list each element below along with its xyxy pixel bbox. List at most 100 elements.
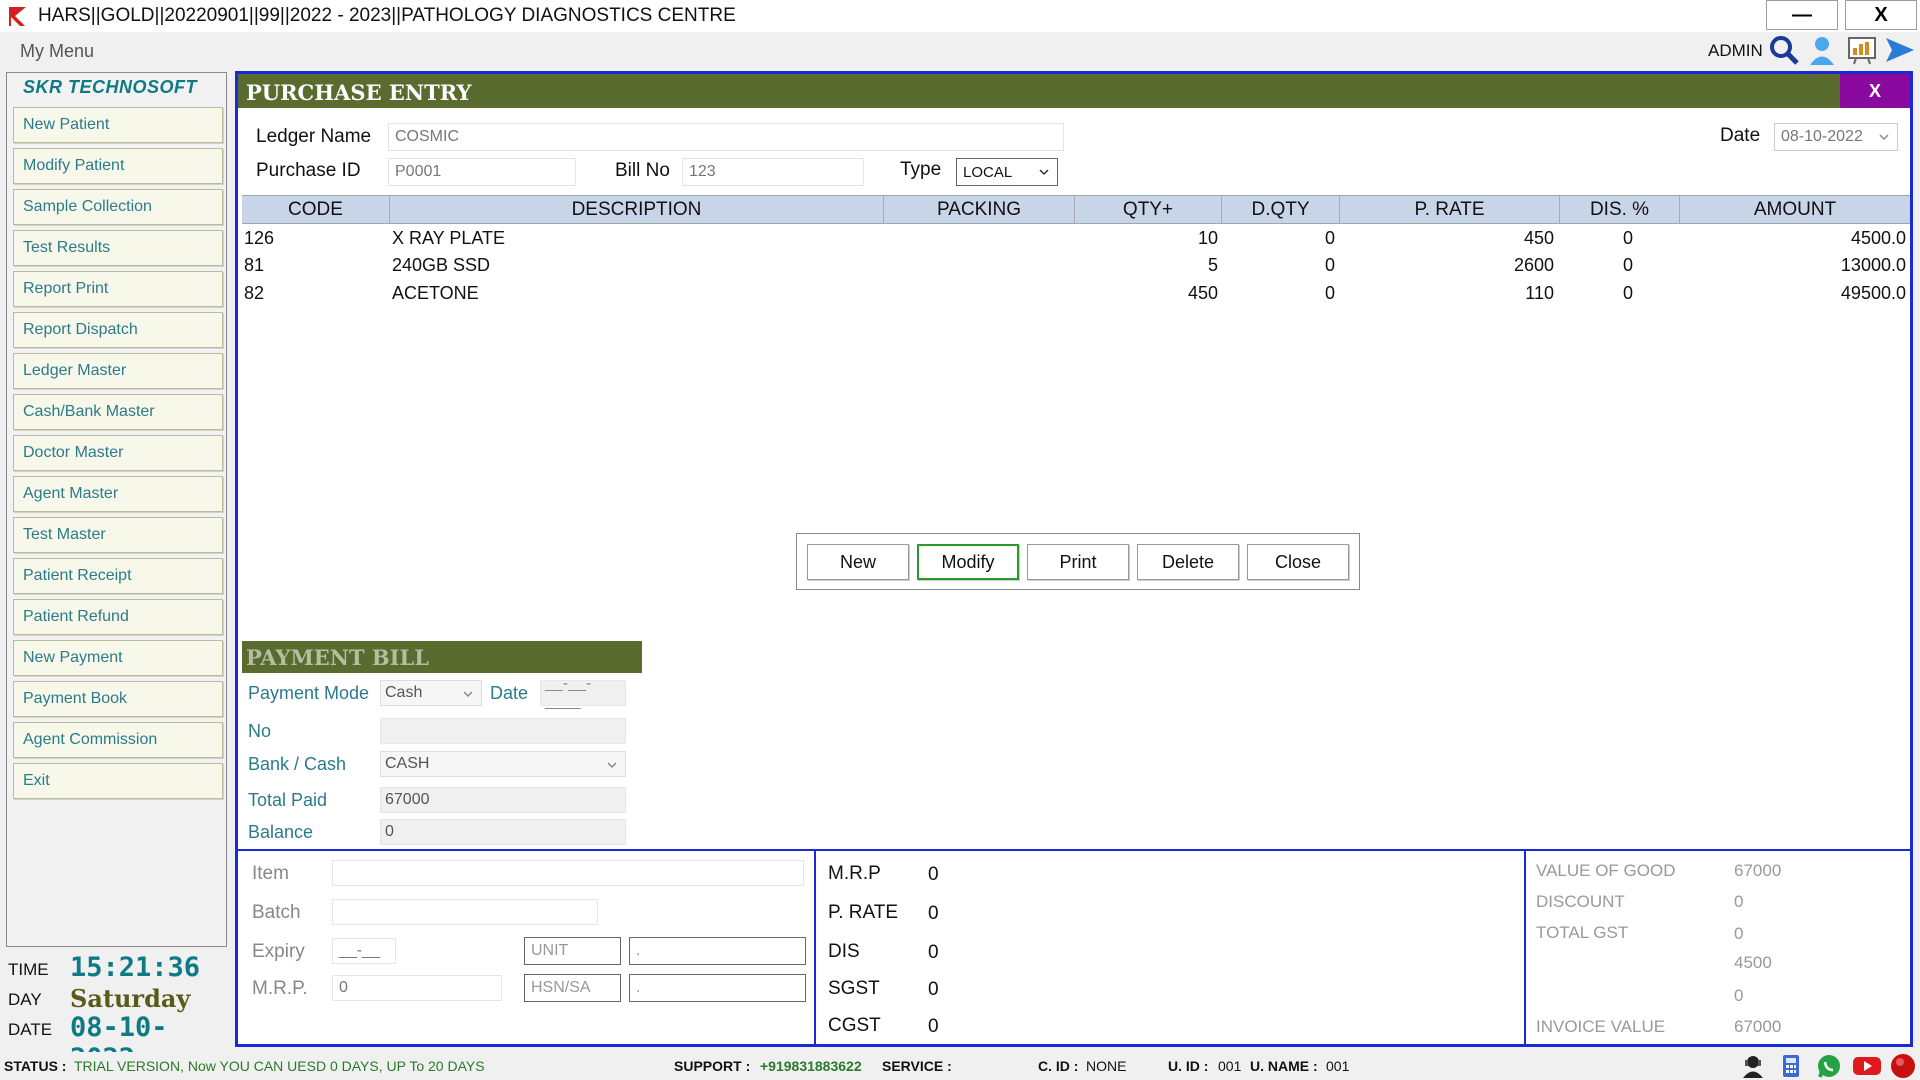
col-amount[interactable]: AMOUNT: [1680, 196, 1910, 224]
discount-label: DISCOUNT: [1536, 892, 1625, 911]
cell-dqty: 0: [1324, 228, 1335, 248]
sidebar-item-doctor-master[interactable]: Doctor Master: [13, 435, 223, 471]
purchase-id-label: Purchase ID: [256, 160, 361, 181]
type-select[interactable]: LOCAL: [956, 158, 1058, 186]
bank-cash-select[interactable]: CASH: [380, 751, 626, 777]
sidebar-item-patient-receipt[interactable]: Patient Receipt: [13, 558, 223, 594]
hsn-input[interactable]: .: [629, 974, 806, 1002]
summary-extra-value: 4500: [1734, 953, 1772, 972]
unit-label-box: UNIT: [524, 937, 621, 965]
close-button[interactable]: Close: [1247, 544, 1349, 580]
divider: [814, 849, 816, 1044]
discount-value: 0: [1734, 892, 1744, 911]
col-code[interactable]: CODE: [242, 196, 390, 224]
cell-packing: [884, 280, 1069, 307]
cell-packing: [884, 225, 1069, 252]
sidebar-item-modify-patient[interactable]: Modify Patient: [13, 148, 223, 184]
summary-extra-value: 0: [1734, 986, 1744, 1005]
balance-input[interactable]: 0: [380, 819, 626, 845]
payment-no-input[interactable]: [380, 718, 626, 744]
cid-label: C. ID :: [1038, 1058, 1079, 1074]
item-input[interactable]: [332, 860, 804, 886]
total-paid-label: Total Paid: [248, 790, 328, 810]
bill-no-input[interactable]: 123: [682, 158, 864, 186]
cell-amount: 49500.0: [1840, 283, 1906, 303]
brand-name: SKR TECHNOSOFT: [23, 77, 198, 97]
user-icon[interactable]: [1806, 34, 1838, 66]
sidebar-item-payment-book[interactable]: Payment Book: [13, 681, 223, 717]
cell-qty: 5: [1207, 255, 1218, 275]
new-button[interactable]: New: [807, 544, 909, 580]
cell-code: 81: [244, 255, 265, 275]
balance-label: Balance: [248, 822, 314, 842]
col-packing[interactable]: PACKING: [884, 196, 1075, 224]
sidebar-item-patient-refund[interactable]: Patient Refund: [13, 599, 223, 635]
sidebar-item-cash-bank-master[interactable]: Cash/Bank Master: [13, 394, 223, 430]
youtube-icon[interactable]: [1852, 1053, 1882, 1079]
cell-qty: 10: [1197, 228, 1218, 248]
value-of-good-label: VALUE OF GOOD: [1536, 861, 1676, 880]
sidebar-item-agent-master[interactable]: Agent Master: [13, 476, 223, 512]
chevron-down-icon: [1039, 169, 1049, 176]
invoice-value-label: INVOICE VALUE: [1536, 1017, 1666, 1036]
my-menu[interactable]: My Menu: [20, 41, 94, 62]
payment-mode-value: Cash: [385, 684, 423, 701]
uname-label: U. NAME :: [1250, 1058, 1318, 1074]
print-button[interactable]: Print: [1027, 544, 1129, 580]
payment-date-label: Date: [490, 683, 529, 703]
support-agent-icon[interactable]: [1740, 1053, 1766, 1079]
ledger-name-input[interactable]: COSMIC: [388, 123, 1064, 151]
col-prate[interactable]: P. RATE: [1340, 196, 1560, 224]
expiry-input[interactable]: __-__: [332, 938, 396, 964]
payment-no-label: No: [248, 721, 272, 741]
status-label: STATUS :: [4, 1058, 67, 1074]
payment-bill-title: PAYMENT BILL: [246, 645, 429, 670]
sidebar-item-report-print[interactable]: Report Print: [13, 271, 223, 307]
calculator-icon[interactable]: [1778, 1053, 1804, 1079]
sidebar-item-test-results[interactable]: Test Results: [13, 230, 223, 266]
col-dqty[interactable]: D.QTY: [1222, 196, 1340, 224]
sidebar-item-ledger-master[interactable]: Ledger Master: [13, 353, 223, 389]
sidebar-item-test-master[interactable]: Test Master: [13, 517, 223, 553]
col-dis[interactable]: DIS. %: [1560, 196, 1680, 224]
total-paid-input[interactable]: 67000: [380, 787, 626, 813]
minimize-button[interactable]: —: [1766, 0, 1838, 30]
sidebar-item-new-patient[interactable]: New Patient: [13, 107, 223, 143]
invoice-value: 67000: [1734, 1017, 1782, 1036]
batch-input[interactable]: [332, 899, 598, 925]
cell-packing: [884, 252, 1069, 279]
report-icon[interactable]: [1846, 34, 1878, 66]
search-icon[interactable]: [1768, 34, 1800, 66]
hsn-label-box: HSN/SA: [524, 974, 621, 1002]
window-close-button[interactable]: X: [1845, 0, 1917, 30]
total-gst-label: TOTAL GST: [1536, 923, 1629, 942]
item-mrp-input[interactable]: 0: [332, 975, 502, 1001]
col-qty[interactable]: QTY+: [1075, 196, 1222, 224]
mrp-label: M.R.P: [828, 863, 881, 884]
send-icon[interactable]: [1884, 34, 1916, 66]
date-picker[interactable]: 08-10-2022: [1774, 123, 1898, 151]
cell-prate: 450: [1523, 228, 1554, 248]
panel-close-button[interactable]: X: [1840, 74, 1910, 108]
menu-bar: My Menu ADMIN: [0, 32, 1920, 68]
sidebar-item-sample-collection[interactable]: Sample Collection: [13, 189, 223, 225]
sidebar-item-report-dispatch[interactable]: Report Dispatch: [13, 312, 223, 348]
modify-button[interactable]: Modify: [917, 544, 1019, 580]
table-row[interactable]: 82 ACETONE 450 0 110 0 49500.0: [242, 280, 1910, 307]
table-row[interactable]: 81 240GB SSD 5 0 2600 0 13000.0: [242, 252, 1910, 279]
payment-mode-select[interactable]: Cash: [380, 680, 482, 706]
purchase-id-input[interactable]: P0001: [388, 158, 576, 186]
whatsapp-icon[interactable]: [1816, 1053, 1842, 1079]
power-icon[interactable]: [1890, 1053, 1916, 1079]
unit-input[interactable]: .: [629, 937, 806, 965]
status-text: TRIAL VERSION, Now YOU CAN UESD 0 DAYS, …: [74, 1058, 485, 1074]
payment-date-input[interactable]: __-__-____: [540, 675, 626, 710]
table-row[interactable]: 126 X RAY PLATE 10 0 450 0 4500.0: [242, 225, 1910, 252]
col-description[interactable]: DESCRIPTION: [390, 196, 884, 224]
delete-button[interactable]: Delete: [1137, 544, 1239, 580]
sidebar-item-new-payment[interactable]: New Payment: [13, 640, 223, 676]
sidebar-item-exit[interactable]: Exit: [13, 763, 223, 799]
cell-description: 240GB SSD: [392, 255, 491, 275]
day-label: DAY: [8, 990, 42, 1009]
sidebar-item-agent-commission[interactable]: Agent Commission: [13, 722, 223, 758]
